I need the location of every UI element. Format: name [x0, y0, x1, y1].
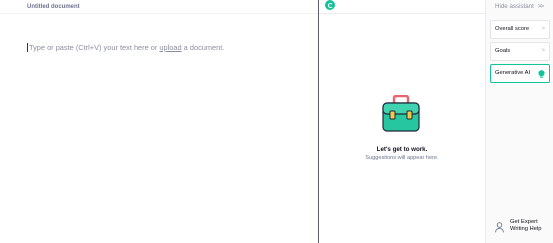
user-icon [495, 222, 504, 233]
goals-label: Goals [495, 48, 511, 54]
expert-help-label: Get Expert Writing Help [510, 219, 541, 233]
editor-pane[interactable]: Untitled document Type or paste (Ctrl+V)… [0, 0, 318, 243]
panel-header-divider [319, 13, 485, 14]
upload-link[interactable]: upload [159, 43, 181, 52]
editor-placeholder[interactable]: Type or paste (Ctrl+V) your text here or… [27, 43, 224, 52]
placeholder-text: Type or paste (Ctrl+V) your text here or [29, 43, 160, 52]
chevron-right-icon: > [541, 48, 545, 54]
assistant-panel: Let's get to work. Suggestions will appe… [319, 0, 485, 243]
hide-assistant-label: Hide assistant [495, 3, 534, 10]
editor-header-divider [0, 13, 318, 14]
empty-state-title: Let's get to work. [376, 146, 428, 153]
goals-card[interactable]: Goals > [490, 42, 550, 61]
overall-score-card[interactable]: Overall score > [490, 20, 550, 39]
expert-help-line2: Writing Help [510, 226, 542, 232]
lightbulb-icon [538, 70, 545, 78]
chevron-right-icon: > [541, 26, 545, 32]
placeholder-text-end: a document. [181, 43, 225, 52]
document-title[interactable]: Untitled document [27, 4, 80, 10]
grammarly-logo-icon[interactable] [325, 0, 335, 10]
assistant-sidebar: Hide assistant >> Overall score > Goals >… [485, 0, 553, 243]
briefcase-icon [382, 95, 420, 132]
overall-score-label: Overall score [495, 26, 530, 32]
text-caret [27, 43, 28, 52]
expert-writing-help-button[interactable]: Get Expert Writing Help [495, 219, 551, 237]
hide-assistant-button[interactable]: Hide assistant >> [495, 3, 544, 10]
generative-ai-label: Generative AI [495, 70, 531, 76]
empty-state-subtitle: Suggestions will appear here. [365, 155, 439, 161]
generative-ai-card[interactable]: Generative AI [490, 64, 550, 83]
double-chevron-right-icon: >> [537, 3, 544, 10]
expert-help-line1: Get Expert [510, 219, 538, 225]
